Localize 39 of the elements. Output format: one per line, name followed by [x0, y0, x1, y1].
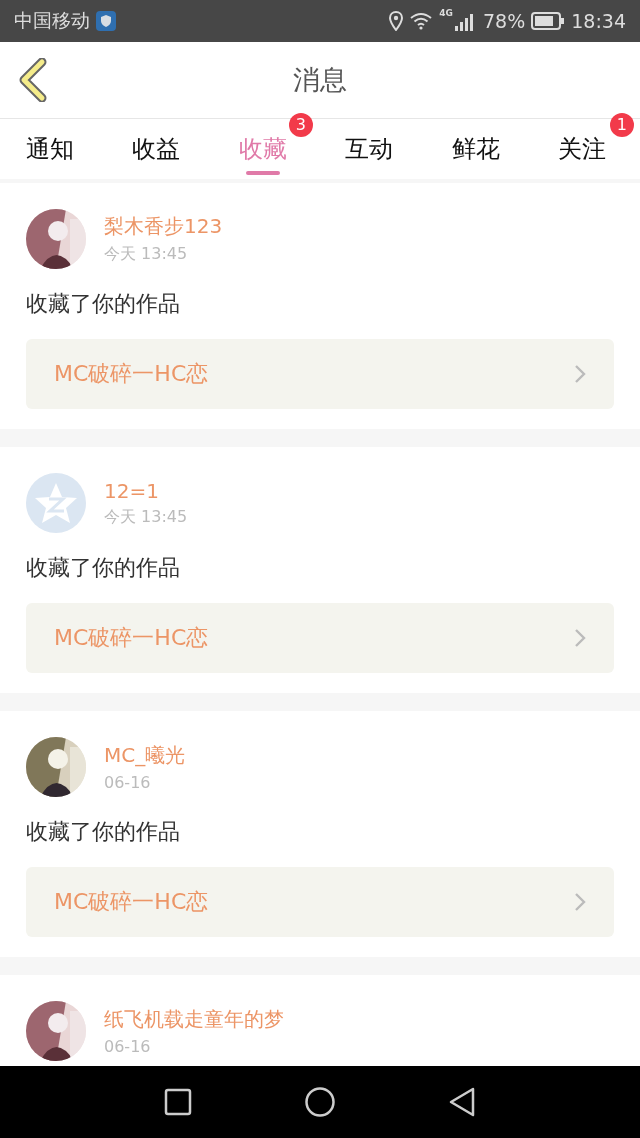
count-badge: 1 — [609, 113, 634, 137]
wifi-icon — [409, 12, 434, 30]
battery-icon — [531, 12, 566, 30]
message-time: 06-16 — [104, 1037, 152, 1056]
work-link[interactable]: MC破碎一HC恋 — [26, 867, 614, 937]
message-time: 06-16 — [104, 773, 152, 792]
shield-icon — [96, 11, 116, 31]
user-name[interactable]: 12=1 — [104, 478, 188, 503]
carrier-name: 中国移动 — [14, 8, 90, 33]
battery-percent: 78% — [483, 10, 526, 32]
recents-icon[interactable] — [164, 1088, 192, 1116]
tab[interactable]: 收益 — [132, 129, 181, 169]
message-text: 收藏了你的作品 — [26, 554, 181, 582]
tab-indicator — [245, 171, 280, 175]
tab[interactable]: 收藏 — [238, 129, 287, 169]
message-text: 收藏了你的作品 — [26, 290, 181, 318]
user-name[interactable]: 梨木香步123 — [104, 213, 223, 240]
work-link[interactable]: MC破碎一HC恋 — [26, 339, 614, 409]
count-badge: 3 — [288, 113, 313, 137]
message-time: 今天 13:45 — [104, 506, 188, 528]
location-icon — [389, 11, 404, 31]
page-title: 消息 — [293, 63, 347, 97]
tab[interactable]: 通知 — [26, 129, 74, 169]
tab[interactable]: 关注 — [557, 129, 606, 169]
chevron-icon — [574, 892, 586, 912]
chevron-icon — [574, 628, 586, 648]
default-avatar-icon — [26, 473, 86, 533]
home-icon[interactable] — [304, 1086, 336, 1118]
user-name[interactable]: 纸飞机载走童年的梦 — [104, 1006, 284, 1033]
work-link[interactable]: MC破碎一HC恋 — [26, 603, 614, 673]
chevron-icon — [574, 364, 586, 384]
message-time: 今天 13:45 — [104, 244, 189, 265]
back-icon[interactable] — [448, 1087, 476, 1117]
user-name[interactable]: MC_曦光 — [104, 742, 186, 769]
network-type: 4G — [439, 8, 453, 18]
tab[interactable]: 鲜花 — [451, 129, 500, 169]
clock: 18:34 — [571, 10, 626, 32]
message-text: 收藏了你的作品 — [26, 818, 181, 846]
tab[interactable]: 互动 — [345, 129, 394, 169]
